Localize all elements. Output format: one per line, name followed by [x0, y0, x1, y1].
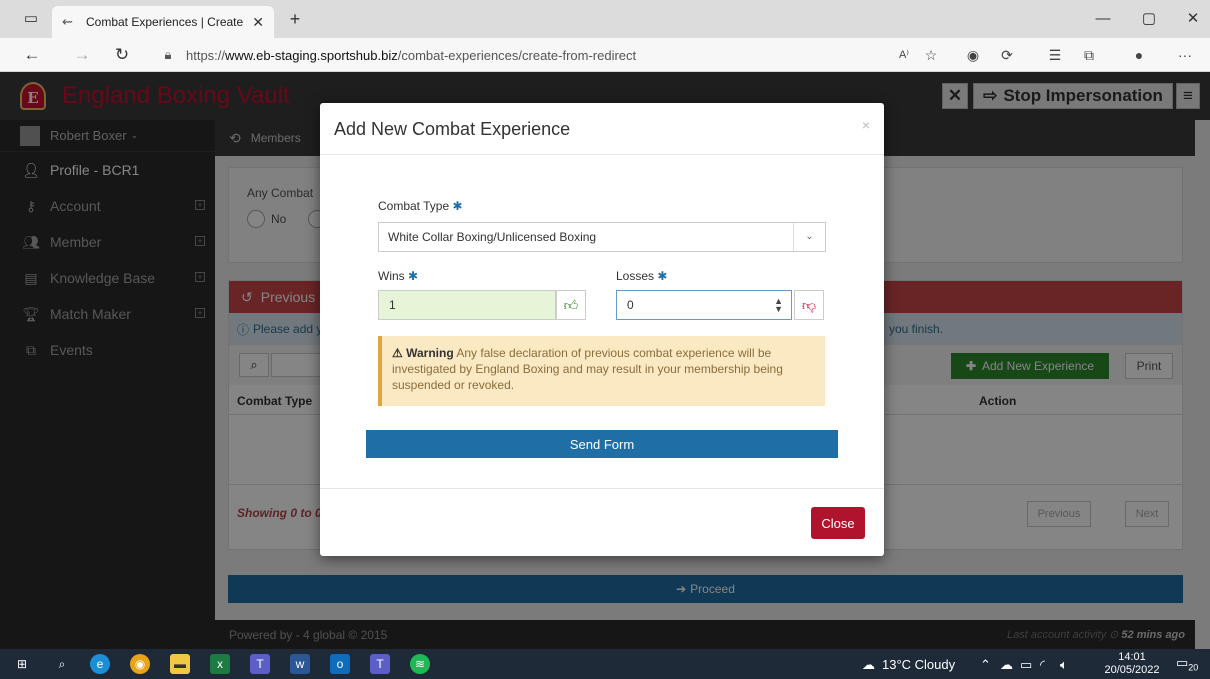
word-icon[interactable]: w	[290, 654, 310, 674]
required-icon: ✱	[452, 199, 463, 213]
wins-label: Wins ✱	[378, 269, 418, 283]
losses-input[interactable]: 0 ▲ ▼	[616, 290, 792, 320]
clock-date: 20/05/2022	[1104, 664, 1160, 676]
volume-icon[interactable]: 🔈︎	[1060, 657, 1068, 673]
add-combat-experience-modal: Add New Combat Experience × Combat Type …	[320, 103, 884, 556]
teams-icon[interactable]: T	[250, 654, 270, 674]
wifi-icon[interactable]: ◜	[1040, 657, 1045, 673]
lock-icon: 🔒︎	[164, 47, 172, 62]
clock-time: 14:01	[1118, 651, 1146, 663]
warning-icon: ⚠	[392, 346, 403, 360]
excel-icon[interactable]: x	[210, 654, 230, 674]
battery-icon[interactable]: ▭	[1020, 657, 1032, 673]
more-icon[interactable]: ···	[1176, 46, 1194, 64]
weather-text[interactable]: 13°C Cloudy	[882, 657, 955, 672]
losses-label: Losses ✱	[616, 269, 667, 283]
close-tab-icon[interactable]: ✕	[252, 14, 264, 31]
back-arrow-favicon-icon: ⇜	[62, 14, 73, 29]
forward-icon[interactable]: →	[72, 45, 92, 65]
wins-label-text: Wins	[378, 269, 405, 283]
browser-tab-bar: ▭ ⇜ Combat Experiences | Create ✕ + — ▢ …	[0, 0, 1210, 38]
profile-icon[interactable]: ●	[1130, 46, 1148, 64]
url-field[interactable]: 🔒︎ https://www.eb-staging.sportshub.biz /…	[160, 44, 880, 66]
thumbs-up-icon: 👍︎	[556, 290, 586, 320]
notification-count: 20	[1188, 662, 1199, 673]
refresh-icon[interactable]: ↻	[112, 45, 132, 65]
close-button[interactable]: Close	[811, 507, 865, 539]
chrome-icon[interactable]: ◉	[130, 654, 150, 674]
wins-input[interactable]: 1	[378, 290, 556, 320]
warning-title: Warning	[406, 346, 454, 360]
required-icon: ✱	[408, 269, 419, 283]
close-icon[interactable]: ×	[862, 117, 870, 133]
combat-type-select[interactable]: White Collar Boxing/Unlicensed Boxing ⌄	[378, 222, 826, 252]
url-domain: www.eb-staging.sportshub.biz	[225, 47, 398, 63]
teams-icon-2[interactable]: T	[370, 654, 390, 674]
wins-value: 1	[389, 298, 396, 312]
losses-label-text: Losses	[616, 269, 655, 283]
browser-tab[interactable]: ⇜ Combat Experiences | Create ✕	[52, 6, 274, 38]
new-tab-icon[interactable]: +	[286, 10, 304, 28]
modal-title: Add New Combat Experience	[334, 119, 571, 139]
collections-icon[interactable]: ⧉	[1080, 46, 1098, 64]
tab-actions-icon[interactable]: ▭	[22, 10, 40, 28]
chevron-down-icon[interactable]: ⌄	[793, 223, 825, 251]
favorite-star-icon[interactable]: ☆	[922, 46, 940, 64]
combat-type-value: White Collar Boxing/Unlicensed Boxing	[388, 230, 597, 244]
tab-title: Combat Experiences | Create	[86, 15, 244, 29]
search-icon[interactable]: ⌕	[52, 654, 72, 674]
tray-chevron-icon[interactable]: ⌃	[980, 657, 991, 673]
windows-taskbar: ⊞ ⌕ e ◉ ▬ x T w o T ≋ ☁ 13°C Cloudy ⌃ ☁ …	[0, 649, 1210, 679]
spotify-icon[interactable]: ≋	[410, 654, 430, 674]
restore-icon[interactable]: ▢	[1140, 10, 1158, 28]
modal-header: Add New Combat Experience ×	[320, 103, 884, 155]
back-icon[interactable]: ←	[22, 45, 42, 65]
windows-start-icon[interactable]: ⊞	[12, 654, 32, 674]
file-explorer-icon[interactable]: ▬	[170, 654, 190, 674]
address-bar: ← → ↻ 🔒︎ https://www.eb-staging.sportshu…	[0, 38, 1210, 72]
weather-icon: ☁	[862, 657, 875, 672]
puzzle-icon[interactable]: ⟳	[998, 46, 1016, 64]
combat-type-label-text: Combat Type	[378, 199, 450, 213]
close-window-icon[interactable]: ✕	[1184, 10, 1202, 28]
url-prefix: https://	[186, 47, 226, 63]
combat-type-label: Combat Type ✱	[378, 199, 463, 213]
minimize-icon[interactable]: —	[1094, 10, 1112, 28]
send-form-button[interactable]: Send Form	[366, 430, 838, 458]
url-path: /combat-experiences/create-from-redirect	[397, 47, 637, 63]
clock[interactable]: 14:01 20/05/2022	[1102, 651, 1162, 677]
favorites-list-icon[interactable]: ☰	[1046, 46, 1064, 64]
thumbs-down-icon: 👎︎	[794, 290, 824, 320]
outlook-icon[interactable]: o	[330, 654, 350, 674]
warning-alert: ⚠ Warning Any false declaration of previ…	[378, 336, 825, 406]
edge-icon[interactable]: e	[90, 654, 110, 674]
onedrive-icon[interactable]: ☁	[1000, 657, 1013, 673]
extension-icon[interactable]: ◉	[964, 46, 982, 64]
required-icon: ✱	[657, 269, 668, 283]
read-aloud-icon[interactable]: A⁾	[895, 46, 913, 64]
modal-divider	[320, 488, 884, 489]
notifications-icon[interactable]: ▭20	[1176, 655, 1198, 673]
stepper-icon[interactable]: ▲ ▼	[774, 297, 783, 314]
losses-value: 0	[627, 298, 634, 312]
